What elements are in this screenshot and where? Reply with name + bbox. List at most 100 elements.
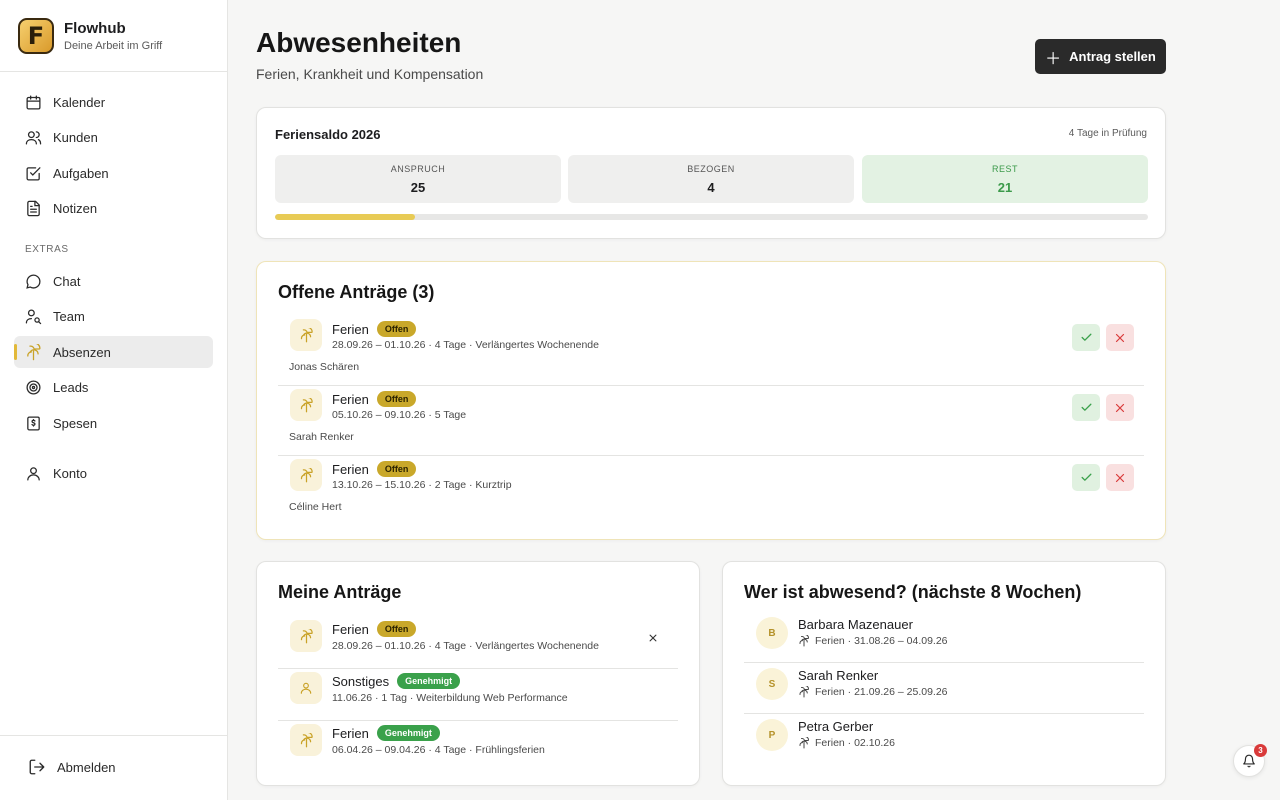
- sidebar-item-team[interactable]: Team: [14, 301, 213, 333]
- brand-tagline: Deine Arbeit im Griff: [64, 39, 163, 52]
- plus-icon: ＋: [1045, 50, 1062, 68]
- sidebar-footer: Abmelden: [0, 735, 227, 800]
- request-detail: 13.10.26 – 15.10.26 · 2 Tage · Kurztrip: [332, 479, 512, 491]
- approve-button[interactable]: [1072, 464, 1100, 491]
- absent-detail: Ferien · 21.09.26 – 25.09.26: [798, 686, 948, 698]
- check-icon: [1081, 473, 1091, 481]
- logout-label: Abmelden: [57, 759, 116, 775]
- sidebar-item-kunden[interactable]: Kunden: [14, 122, 213, 154]
- avatar: S: [756, 668, 788, 700]
- request-type-label: Ferien: [332, 321, 369, 337]
- request-type: Ferien Offen: [332, 621, 417, 637]
- my-request-row: Sonstiges Genehmigt 11.06.26 · 1 Tag · W…: [278, 669, 678, 721]
- request-person: Jonas Schären: [289, 361, 360, 373]
- page-subtitle: Ferien, Krankheit und Kompensation: [256, 66, 484, 82]
- logout-button[interactable]: Abmelden: [28, 758, 116, 776]
- request-type-label: Ferien: [332, 461, 369, 477]
- sidebar-item-label: Notizen: [53, 201, 98, 216]
- withdraw-request-button[interactable]: [644, 629, 662, 647]
- sidebar-item-spesen[interactable]: Spesen: [14, 407, 213, 439]
- sidebar-item-notizen[interactable]: Notizen: [14, 193, 213, 225]
- absent-detail-text: Ferien · 31.08.26 – 04.09.26: [815, 635, 948, 647]
- check-icon: [1081, 333, 1091, 341]
- stat-remaining: REST 21: [862, 155, 1148, 203]
- my-request-row: Ferien Offen 28.09.26 – 01.10.26 · 4 Tag…: [278, 617, 678, 669]
- team-icon: [24, 308, 42, 326]
- absent-detail: Ferien · 31.08.26 – 04.09.26: [798, 635, 948, 647]
- new-request-label: Antrag stellen: [1069, 49, 1156, 64]
- stat-label: ANSPRUCH: [390, 164, 446, 174]
- open-request-row: Ferien Offen 28.09.26 – 01.10.26 · 4 Tag…: [278, 316, 1144, 386]
- sidebar-item-label: Spesen: [53, 415, 98, 431]
- approve-button[interactable]: [1072, 394, 1100, 421]
- reject-button[interactable]: [1106, 464, 1134, 491]
- stat-value: 4: [707, 180, 715, 195]
- absent-name: Barbara Mazenauer: [798, 617, 913, 632]
- sidebar-item-konto[interactable]: Konto: [14, 457, 213, 489]
- target-icon: [24, 379, 42, 397]
- my-requests-card: Meine Anträge Ferien Offen 28.09.26 – 01…: [256, 561, 700, 786]
- checkbox-icon: [24, 164, 42, 182]
- request-person: Sarah Renker: [289, 431, 354, 443]
- balance-title: Feriensaldo 2026: [275, 127, 381, 142]
- stat-label: BEZOGEN: [687, 164, 735, 174]
- request-detail: 11.06.26 · 1 Tag · Weiterbildung Web Per…: [332, 692, 568, 704]
- sidebar-item-kalender[interactable]: Kalender: [14, 86, 213, 118]
- main-nav: Kalender Kunden Aufgaben Notizen: [14, 86, 213, 225]
- sidebar-item-label: Chat: [53, 273, 81, 289]
- account-nav: Konto: [14, 457, 213, 489]
- sidebar-item-label: Aufgaben: [53, 165, 109, 181]
- absent-title: Wer ist abwesend? (nächste 8 Wochen): [744, 582, 1082, 602]
- pending-note: 4 Tage in Prüfung: [1068, 128, 1147, 139]
- nav-section-label: EXTRAS: [25, 244, 69, 255]
- user-icon: [24, 464, 42, 482]
- sidebar: F Flowhub Deine Arbeit im Griff Kalender…: [0, 0, 228, 800]
- sidebar-item-aufgaben[interactable]: Aufgaben: [14, 157, 213, 189]
- balance-progress-bar: [275, 214, 1148, 220]
- palm-tree-icon: [290, 319, 322, 351]
- absent-row: P Petra Gerber Ferien · 02.10.26: [744, 715, 1144, 765]
- palm-tree-icon: [24, 343, 42, 361]
- open-request-row: Ferien Offen 05.10.26 – 09.10.26 · 5 Tag…: [278, 386, 1144, 456]
- avatar: P: [756, 719, 788, 751]
- brand-name: Flowhub: [64, 19, 126, 37]
- stat-value: 25: [410, 180, 426, 195]
- absent-detail-text: Ferien · 02.10.26: [815, 737, 895, 749]
- stat-label: REST: [991, 164, 1018, 174]
- bell-icon: [1243, 754, 1255, 768]
- request-type-label: Ferien: [332, 621, 369, 637]
- request-type-label: Ferien: [332, 391, 369, 407]
- my-requests-title: Meine Anträge: [278, 582, 402, 602]
- chat-icon: [24, 272, 42, 290]
- request-detail: 06.04.26 – 09.04.26 · 4 Tage · Frühlings…: [332, 744, 545, 756]
- sidebar-item-label: Absenzen: [53, 344, 111, 360]
- calendar-icon: [24, 93, 42, 111]
- open-request-row: Ferien Offen 13.10.26 – 15.10.26 · 2 Tag…: [278, 456, 1144, 526]
- reject-button[interactable]: [1106, 394, 1134, 421]
- status-badge: Offen: [376, 621, 417, 637]
- request-detail: 28.09.26 – 01.10.26 · 4 Tage · Verlänger…: [332, 339, 599, 351]
- sidebar-item-absenzen[interactable]: Absenzen: [14, 336, 213, 368]
- close-icon: [1115, 403, 1125, 412]
- palm-tree-icon: [290, 389, 322, 421]
- receipt-icon: [24, 414, 42, 432]
- absent-detail: Ferien · 02.10.26: [798, 737, 895, 749]
- palm-tree-icon: [290, 724, 322, 756]
- new-request-button[interactable]: ＋ Antrag stellen: [1035, 39, 1166, 74]
- sidebar-item-label: Team: [53, 309, 85, 324]
- status-badge: Genehmigt: [397, 673, 461, 689]
- sidebar-item-label: Leads: [53, 380, 89, 395]
- logout-icon: [28, 758, 46, 776]
- reject-button[interactable]: [1106, 324, 1134, 351]
- my-request-row: Ferien Genehmigt 06.04.26 – 09.04.26 · 4…: [278, 721, 678, 773]
- absent-overview-card: Wer ist abwesend? (nächste 8 Wochen) B B…: [722, 561, 1166, 786]
- request-detail: 05.10.26 – 09.10.26 · 5 Tage: [332, 409, 467, 421]
- sidebar-item-leads[interactable]: Leads: [14, 372, 213, 404]
- brand[interactable]: F Flowhub Deine Arbeit im Griff: [0, 0, 227, 72]
- request-type: Ferien Offen: [332, 391, 417, 407]
- request-type: Ferien Offen: [332, 321, 417, 337]
- sidebar-item-chat[interactable]: Chat: [14, 265, 213, 297]
- approve-button[interactable]: [1072, 324, 1100, 351]
- close-icon: [1115, 333, 1125, 342]
- request-type: Sonstiges Genehmigt: [332, 673, 461, 689]
